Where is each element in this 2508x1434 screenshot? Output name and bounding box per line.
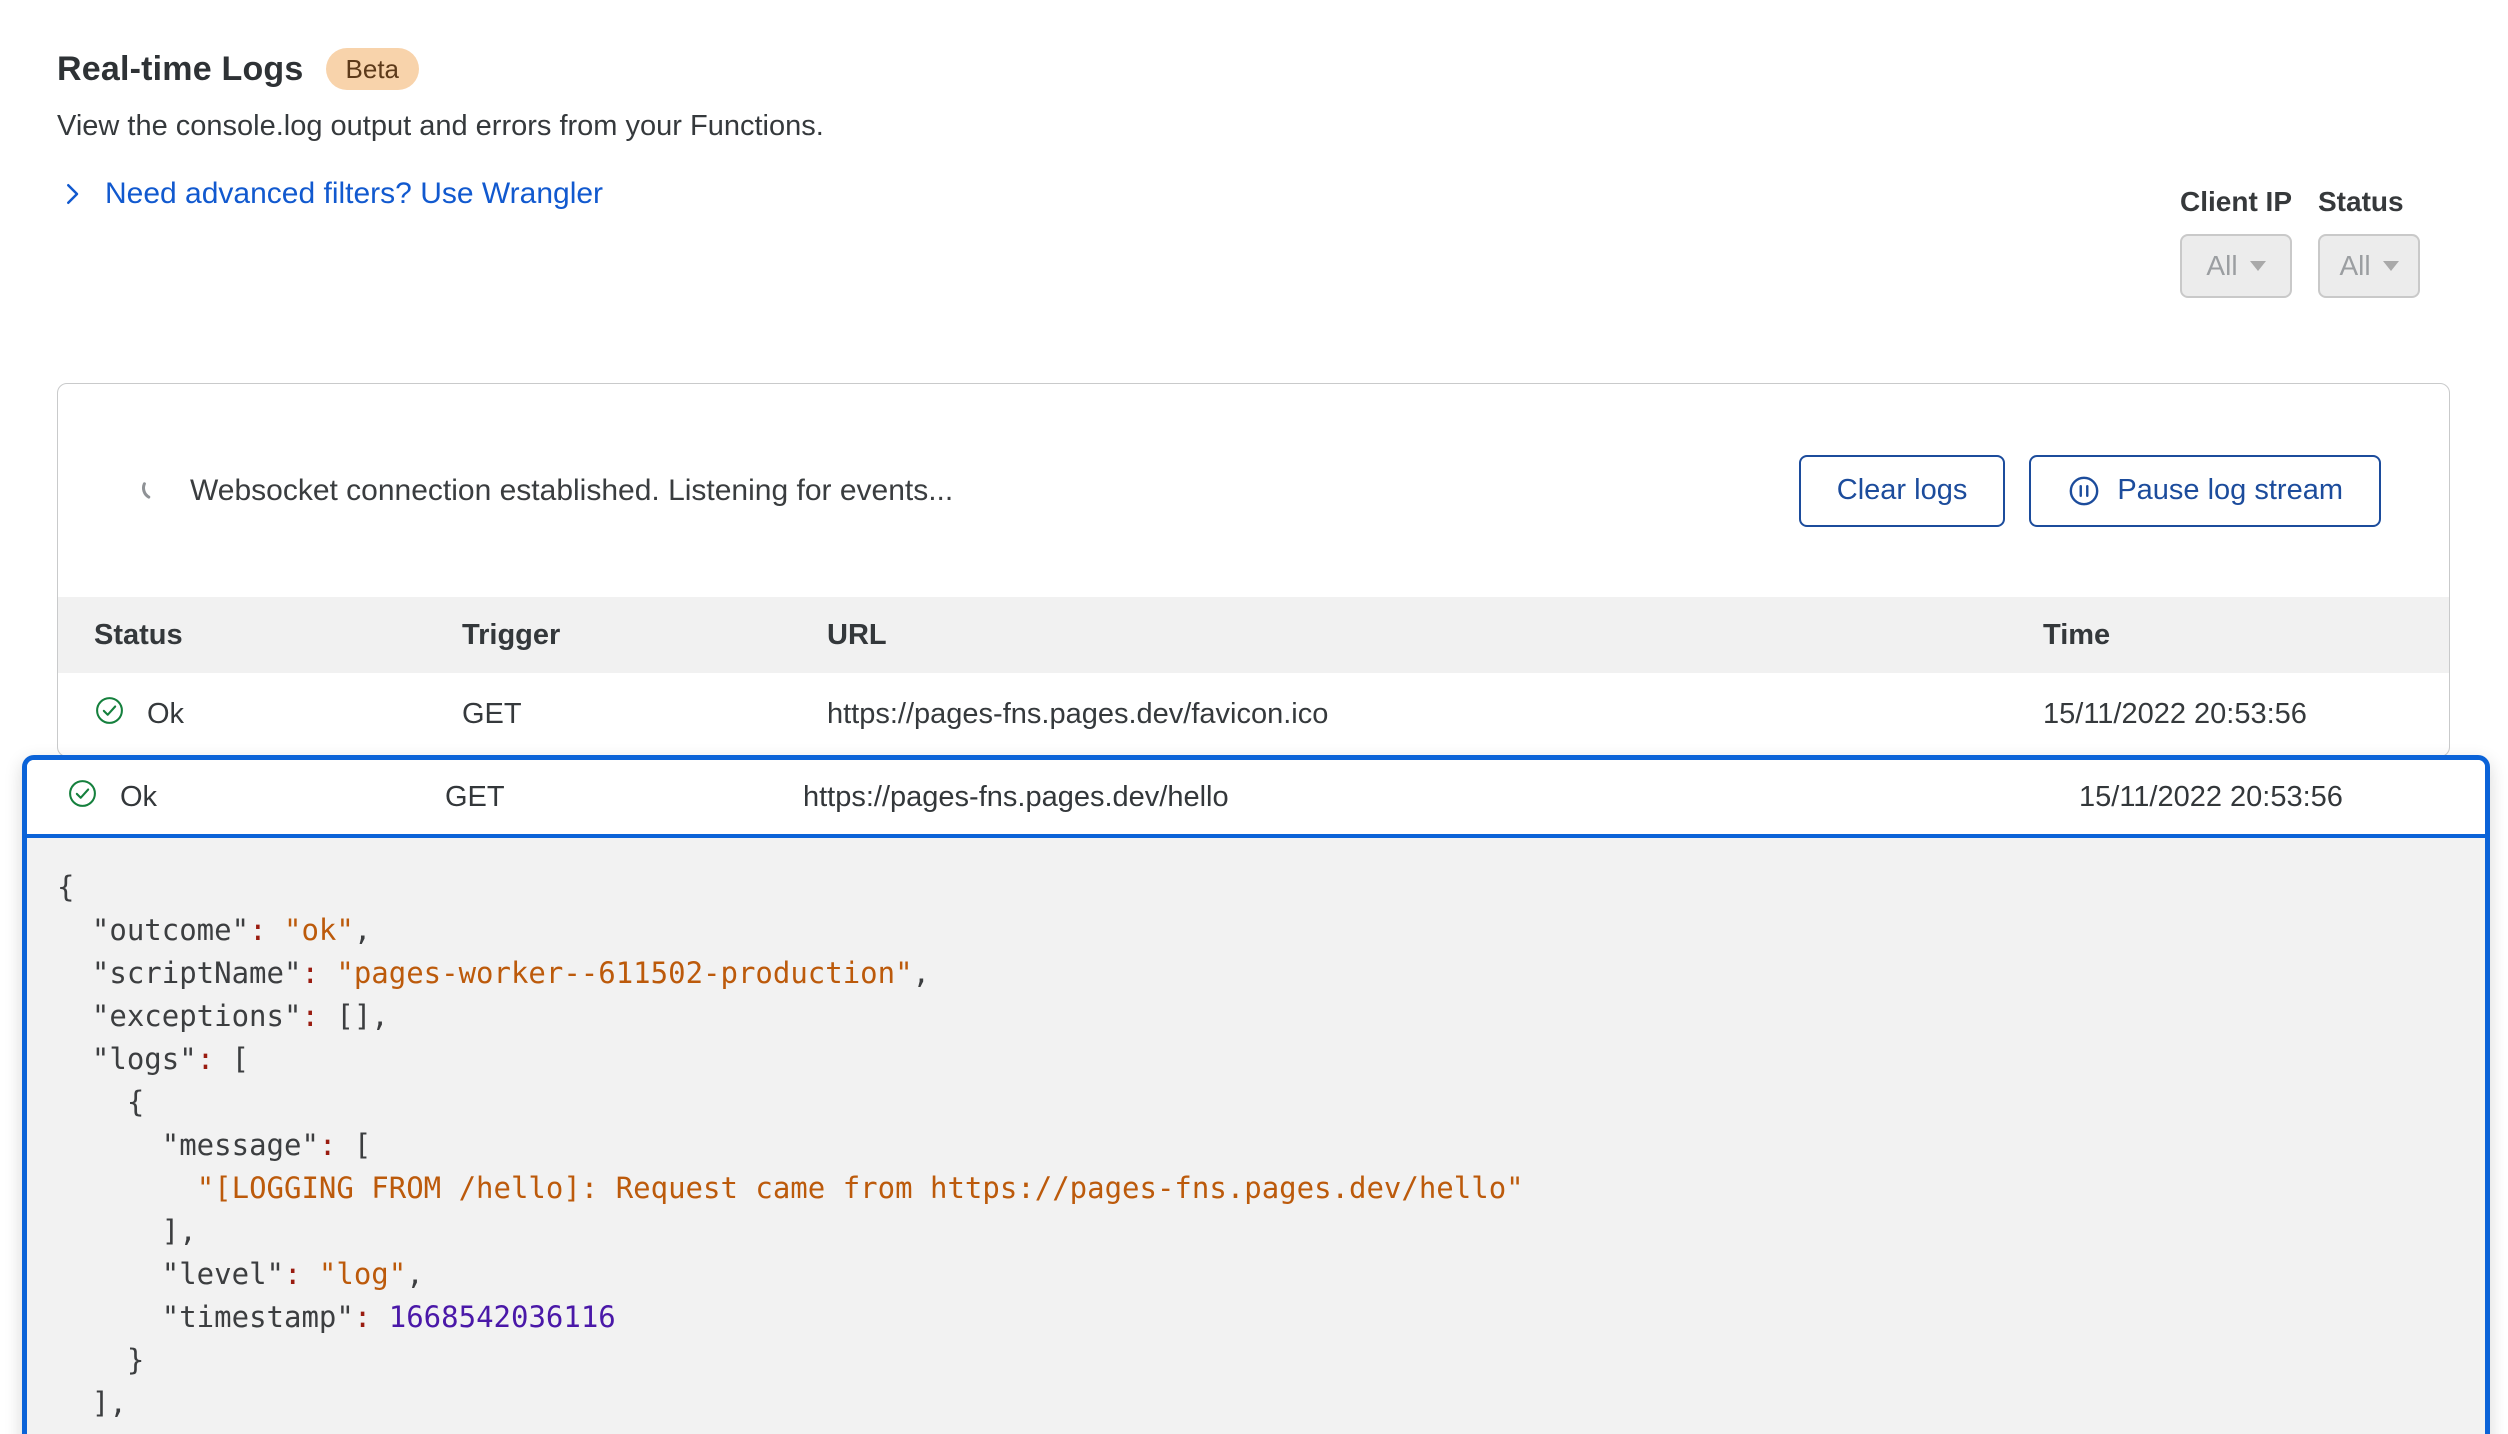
row-status: Ok	[147, 698, 184, 731]
client-ip-filter-dropdown[interactable]: All	[2180, 234, 2292, 298]
row-url: https://pages-fns.pages.dev/hello	[803, 781, 2055, 814]
chevron-down-icon	[2250, 261, 2266, 271]
beta-badge: Beta	[326, 48, 420, 90]
status-ok-icon	[67, 778, 98, 817]
pause-icon	[2067, 474, 2101, 508]
status-ok-icon	[94, 695, 125, 734]
advanced-filters-link[interactable]: Need advanced filters? Use Wrangler	[57, 177, 603, 211]
column-header-url: URL	[827, 619, 2019, 652]
clear-logs-button[interactable]: Clear logs	[1799, 455, 2006, 527]
filters: Client IP All Status All	[2180, 186, 2420, 298]
client-ip-filter-value: All	[2206, 250, 2237, 282]
pause-log-stream-button[interactable]: Pause log stream	[2029, 455, 2381, 527]
column-header-time: Time	[2019, 619, 2449, 652]
advanced-filters-link-label: Need advanced filters? Use Wrangler	[105, 177, 603, 211]
clear-logs-button-label: Clear logs	[1837, 474, 1968, 507]
log-detail-json: { "outcome": "ok", "scriptName": "pages-…	[27, 838, 2485, 1434]
column-header-status: Status	[94, 619, 462, 652]
filter-label-client-ip: Client IP	[2180, 186, 2292, 218]
chevron-right-icon	[57, 179, 87, 209]
row-status: Ok	[120, 781, 157, 814]
table-row-selected[interactable]: Ok GET https://pages-fns.pages.dev/hello…	[27, 760, 2485, 838]
log-stream-card: Websocket connection established. Listen…	[57, 383, 2450, 757]
page-title: Real-time Logs	[57, 50, 304, 89]
stream-status-message: Websocket connection established. Listen…	[190, 474, 953, 508]
row-trigger: GET	[445, 781, 803, 814]
expanded-log-entry: Ok GET https://pages-fns.pages.dev/hello…	[22, 755, 2490, 1434]
status-filter-value: All	[2339, 250, 2370, 282]
stream-status-bar: Websocket connection established. Listen…	[58, 384, 2449, 597]
log-table-header: Status Trigger URL Time	[58, 597, 2449, 673]
pause-log-stream-button-label: Pause log stream	[2117, 474, 2343, 507]
table-row[interactable]: Ok GET https://pages-fns.pages.dev/favic…	[58, 673, 2449, 755]
row-trigger: GET	[462, 698, 827, 731]
row-time: 15/11/2022 20:53:56	[2055, 781, 2485, 814]
spinner-icon	[140, 474, 168, 507]
page-header: Real-time Logs Beta View the console.log…	[57, 48, 824, 211]
page-subtitle: View the console.log output and errors f…	[57, 110, 824, 143]
row-time: 15/11/2022 20:53:56	[2019, 698, 2449, 731]
row-url: https://pages-fns.pages.dev/favicon.ico	[827, 698, 2019, 731]
filter-label-status: Status	[2318, 186, 2420, 218]
column-header-trigger: Trigger	[462, 619, 827, 652]
chevron-down-icon	[2383, 261, 2399, 271]
status-filter-dropdown[interactable]: All	[2318, 234, 2420, 298]
